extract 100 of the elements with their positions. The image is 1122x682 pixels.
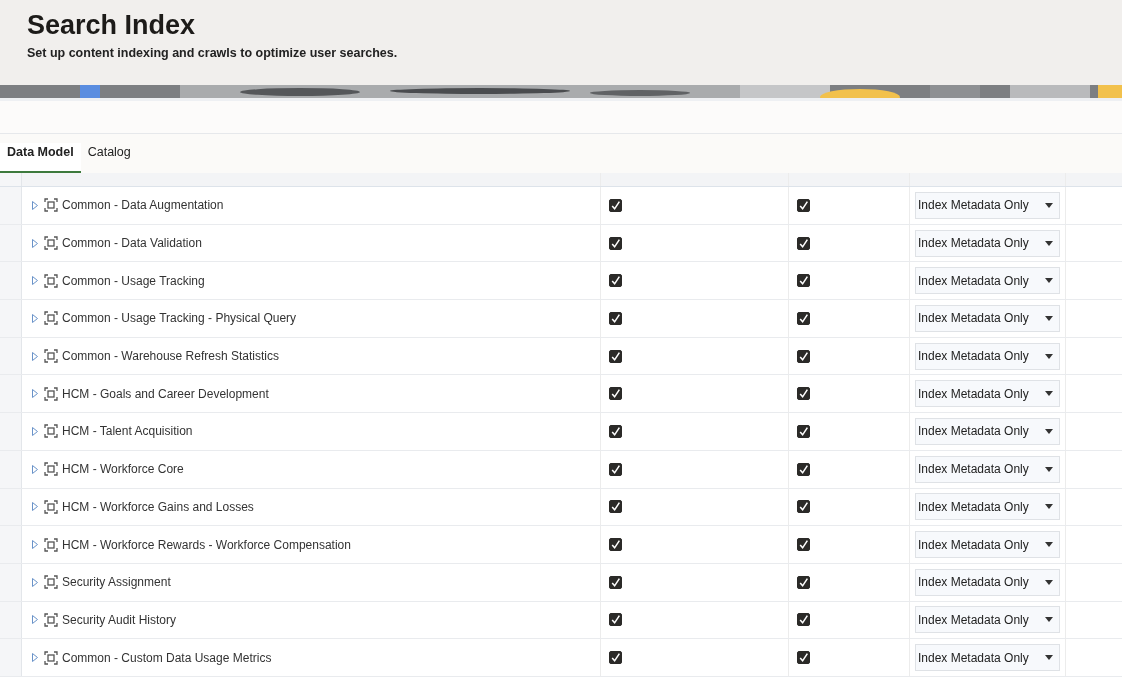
expand-icon[interactable] bbox=[32, 276, 38, 286]
checkbox[interactable] bbox=[609, 311, 622, 325]
caret-icon bbox=[1045, 391, 1053, 397]
crawl-status-dropdown[interactable]: Index Metadata Only bbox=[915, 568, 1060, 596]
checkbox[interactable] bbox=[609, 462, 622, 476]
tab[interactable]: Catalog bbox=[80, 143, 138, 173]
crawl-status-dropdown[interactable]: Index Metadata Only bbox=[915, 191, 1060, 219]
checkbox[interactable] bbox=[797, 198, 810, 212]
checkbox[interactable] bbox=[609, 651, 622, 665]
model-icon bbox=[44, 198, 58, 213]
checkbox[interactable] bbox=[797, 236, 810, 250]
caret-icon bbox=[1045, 617, 1053, 623]
data-model-name: Common - Warehouse Refresh Statistics bbox=[62, 349, 279, 364]
crawl-status-dropdown[interactable]: Index Metadata Only bbox=[915, 493, 1060, 521]
data-model-name: Common - Custom Data Usage Metrics bbox=[62, 650, 272, 665]
crawl-status-dropdown[interactable]: Index Metadata Only bbox=[915, 380, 1060, 408]
checkbox[interactable] bbox=[609, 274, 622, 288]
data-model-name: Common - Usage Tracking - Physical Query bbox=[62, 311, 297, 326]
checkbox[interactable] bbox=[609, 349, 622, 363]
checkbox[interactable] bbox=[797, 500, 810, 514]
caret-icon bbox=[1045, 504, 1053, 510]
expand-icon[interactable] bbox=[32, 351, 38, 361]
crawl-status-dropdown[interactable]: Index Metadata Only bbox=[915, 229, 1060, 257]
table-row[interactable]: Common - Usage Tracking - Physical Query Index Metadata Only bbox=[0, 300, 1122, 338]
data-model-name: HCM - Goals and Career Development bbox=[62, 386, 269, 401]
caret-icon bbox=[1045, 428, 1053, 434]
data-model-name: Common - Data Augmentation bbox=[62, 198, 224, 213]
expand-icon[interactable] bbox=[32, 577, 38, 587]
expand-icon[interactable] bbox=[32, 238, 38, 248]
table-row[interactable]: HCM - Workforce Gains and Losses Index Metadata Only bbox=[0, 488, 1122, 527]
checkbox[interactable] bbox=[797, 651, 810, 665]
crawl-status-dropdown[interactable]: Index Metadata Only bbox=[915, 304, 1060, 332]
model-icon bbox=[44, 499, 58, 514]
table-row[interactable]: Common - Data Augmentation Index Metadata Only bbox=[0, 187, 1122, 225]
model-icon bbox=[44, 349, 58, 364]
table-row[interactable]: Security Assignment Index Metadata Only bbox=[0, 563, 1122, 602]
data-model-name: HCM - Workforce Rewards - Workforce Compensation bbox=[62, 537, 351, 552]
crawl-status-dropdown[interactable]: Index Metadata Only bbox=[915, 644, 1060, 672]
tab[interactable]: Data Model bbox=[0, 143, 81, 173]
expand-icon[interactable] bbox=[32, 615, 38, 625]
checkbox[interactable] bbox=[797, 613, 810, 627]
expand-icon[interactable] bbox=[32, 200, 38, 210]
data-model-name: Security Assignment bbox=[62, 575, 171, 590]
model-icon bbox=[44, 650, 58, 665]
checkbox[interactable] bbox=[797, 274, 810, 288]
data-model-name: Security Audit History bbox=[62, 612, 177, 627]
checkbox[interactable] bbox=[797, 387, 810, 401]
crawl-status-dropdown[interactable]: Index Metadata Only bbox=[915, 531, 1060, 559]
table-row[interactable]: Common - Data Validation Index Metadata Only bbox=[0, 224, 1122, 263]
crawl-status-dropdown[interactable]: Index Metadata Only bbox=[915, 342, 1060, 370]
checkbox[interactable] bbox=[797, 424, 810, 438]
checkbox[interactable] bbox=[609, 500, 622, 514]
model-icon bbox=[44, 273, 58, 288]
table-row[interactable]: HCM - Goals and Career Development Index Metadata Only bbox=[0, 375, 1122, 414]
model-icon bbox=[44, 386, 58, 401]
table-row[interactable]: HCM - Talent Acquisition Index Metadata Only bbox=[0, 413, 1122, 451]
table-row[interactable]: HCM - Workforce Core Index Metadata Only bbox=[0, 450, 1122, 489]
model-icon bbox=[44, 537, 58, 552]
crawl-status-dropdown[interactable]: Index Metadata Only bbox=[915, 606, 1060, 634]
expand-icon[interactable] bbox=[32, 653, 38, 663]
checkbox[interactable] bbox=[797, 462, 810, 476]
expand-icon[interactable] bbox=[32, 540, 38, 550]
model-icon bbox=[44, 236, 58, 251]
crawl-status-dropdown[interactable]: Index Metadata Only bbox=[915, 267, 1060, 295]
checkbox[interactable] bbox=[797, 349, 810, 363]
table-row[interactable]: Common - Custom Data Usage Metrics Index Metadata Only bbox=[0, 639, 1122, 677]
checkbox[interactable] bbox=[609, 538, 622, 552]
checkbox[interactable] bbox=[797, 575, 810, 589]
caret-icon bbox=[1045, 315, 1053, 321]
crawl-status-dropdown[interactable]: Index Metadata Only bbox=[915, 417, 1060, 445]
table-row[interactable]: HCM - Workforce Rewards - Workforce Compensation Index Metadata Only bbox=[0, 526, 1122, 564]
caret-icon bbox=[1045, 240, 1053, 246]
model-icon bbox=[44, 311, 58, 326]
checkbox[interactable] bbox=[797, 538, 810, 552]
caret-icon bbox=[1045, 542, 1053, 548]
caret-icon bbox=[1045, 466, 1053, 472]
model-icon bbox=[44, 424, 58, 439]
checkbox[interactable] bbox=[609, 424, 622, 438]
model-icon bbox=[44, 612, 58, 627]
caret-icon bbox=[1045, 353, 1053, 359]
checkbox[interactable] bbox=[797, 311, 810, 325]
expand-icon[interactable] bbox=[32, 426, 38, 436]
expand-icon[interactable] bbox=[32, 502, 38, 512]
expand-icon[interactable] bbox=[32, 313, 38, 323]
table-row[interactable]: Security Audit History Index Metadata Only bbox=[0, 601, 1122, 640]
caret-icon bbox=[1045, 579, 1053, 585]
checkbox[interactable] bbox=[609, 613, 622, 627]
data-model-name: Common - Data Validation bbox=[62, 236, 202, 251]
expand-icon[interactable] bbox=[32, 389, 38, 399]
checkbox[interactable] bbox=[609, 198, 622, 212]
table-row[interactable]: Common - Warehouse Refresh Statistics Index Metadata Only bbox=[0, 337, 1122, 376]
model-icon bbox=[44, 462, 58, 477]
checkbox[interactable] bbox=[609, 575, 622, 589]
data-model-name: HCM - Workforce Gains and Losses bbox=[62, 499, 254, 514]
crawl-status-dropdown[interactable]: Index Metadata Only bbox=[915, 455, 1060, 483]
page-title: Search Index bbox=[27, 9, 197, 42]
expand-icon[interactable] bbox=[32, 464, 38, 474]
checkbox[interactable] bbox=[609, 236, 622, 250]
checkbox[interactable] bbox=[609, 387, 622, 401]
table-row[interactable]: Common - Usage Tracking Index Metadata Only bbox=[0, 262, 1122, 301]
